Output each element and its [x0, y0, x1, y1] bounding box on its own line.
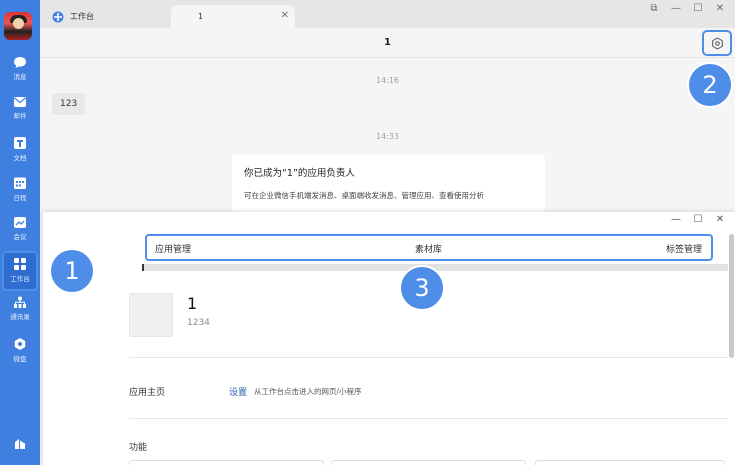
grid-icon [14, 258, 26, 270]
app-id: 1234 [187, 318, 210, 328]
sidebar-item-label: 会议 [13, 233, 27, 241]
timestamp: 14:33 [375, 132, 400, 141]
gear-icon [711, 36, 723, 50]
tab-label: 1 [198, 12, 204, 21]
maximize-icon[interactable]: ☐ [687, 3, 709, 14]
card-title: 你已成为“1”的应用负责人 [244, 168, 355, 179]
sidebar-item-calendar[interactable]: 日程 [0, 172, 40, 212]
tab-workbench[interactable]: 工作台 [52, 5, 170, 28]
message-bubble[interactable]: 123 [52, 93, 86, 115]
homepage-label: 应用主页 [129, 388, 166, 398]
document-icon [14, 137, 26, 149]
sidebar-item-more[interactable] [0, 432, 40, 465]
minimize-icon[interactable]: — [665, 3, 687, 14]
feature-card[interactable] [535, 460, 725, 465]
feature-card[interactable] [331, 460, 526, 465]
close-icon[interactable]: ✕ [709, 214, 731, 225]
window-controls: ⧉ — ☐ ✕ [643, 3, 731, 14]
maximize-icon[interactable]: ☐ [687, 214, 709, 225]
timestamp: 14:16 [375, 76, 400, 85]
scrollbar[interactable] [729, 234, 734, 358]
tab-app-management[interactable]: 应用管理 [155, 242, 191, 255]
sidebar-item-workbench[interactable]: 工作台 [2, 251, 38, 291]
workbench-logo-icon [52, 11, 64, 22]
sidebar-item-messages[interactable]: 消息 [0, 52, 40, 92]
chat-bubble-icon [14, 57, 26, 68]
sidebar-item-label: 微盘 [13, 355, 27, 363]
contacts-icon [14, 296, 26, 308]
chat-body: 14:16 123 14:33 你已成为“1”的应用负责人 可在企业微信手机端发… [40, 58, 735, 212]
tab-label: 工作台 [70, 12, 94, 21]
app-logo[interactable] [129, 293, 173, 337]
sidebar-item-contacts[interactable]: 通讯录 [0, 292, 40, 332]
app-tabs: 应用管理 素材库 标签管理 [145, 234, 713, 261]
meeting-icon [14, 217, 26, 228]
card-description: 可在企业微信手机端发消息、桌面端收发消息、管理应用、查看使用分析 [244, 191, 484, 200]
homepage-settings-link[interactable]: 设置 [229, 385, 247, 398]
callout-2: 2 [687, 62, 733, 108]
app-name: 1 [187, 294, 198, 313]
building-icon [15, 439, 25, 449]
features-label: 功能 [129, 443, 148, 453]
close-icon[interactable]: ✕ [281, 10, 289, 21]
sidebar-item-label: 日程 [13, 194, 27, 202]
sidebar-item-label: 文档 [13, 154, 27, 162]
window-controls: — ☐ ✕ [665, 214, 731, 225]
chat-title: 1 [384, 37, 391, 48]
homepage-hint: 从工作台点击进入的网页/小程序 [254, 387, 362, 396]
mail-icon [14, 97, 26, 107]
divider [129, 357, 728, 358]
chat-header: 1 [40, 28, 735, 58]
popout-icon[interactable]: ⧉ [643, 3, 665, 14]
tab-bar: 工作台 1 ✕ ⧉ — ☐ ✕ [40, 0, 735, 28]
sidebar-item-label: 通讯录 [10, 313, 30, 321]
drive-icon [14, 338, 26, 350]
callout-1: 1 [49, 248, 95, 294]
close-icon[interactable]: ✕ [709, 3, 731, 14]
sidebar-item-meeting[interactable]: 会议 [0, 212, 40, 252]
sidebar-item-drive[interactable]: 微盘 [0, 333, 40, 373]
tab-tag-management[interactable]: 标签管理 [666, 242, 702, 255]
app-management-window: — ☐ ✕ 应用管理 素材库 标签管理 1 1234 应用主页 设置 从工作台点… [43, 212, 735, 465]
sidebar-item-label: 消息 [13, 73, 27, 81]
tab-material-library[interactable]: 素材库 [415, 242, 442, 255]
calendar-icon [14, 177, 26, 189]
sidebar-item-docs[interactable]: 文档 [0, 132, 40, 172]
sidebar-item-label: 工作台 [10, 275, 30, 283]
avatar[interactable] [4, 12, 32, 40]
settings-button[interactable] [702, 30, 732, 56]
active-tab-indicator [142, 264, 144, 271]
sidebar: 消息 邮件 文档 日程 会议 工作台 通讯录 微盘 [0, 0, 40, 465]
divider [129, 418, 728, 419]
feature-card[interactable] [129, 460, 324, 465]
notification-card[interactable]: 你已成为“1”的应用负责人 可在企业微信手机端发消息、桌面端收发消息、管理应用、… [232, 155, 545, 212]
minimize-icon[interactable]: — [665, 214, 687, 225]
sidebar-item-label: 邮件 [13, 112, 27, 120]
sidebar-item-mail[interactable]: 邮件 [0, 92, 40, 132]
callout-3: 3 [399, 265, 445, 311]
tab-chat[interactable]: 1 ✕ [171, 5, 295, 28]
